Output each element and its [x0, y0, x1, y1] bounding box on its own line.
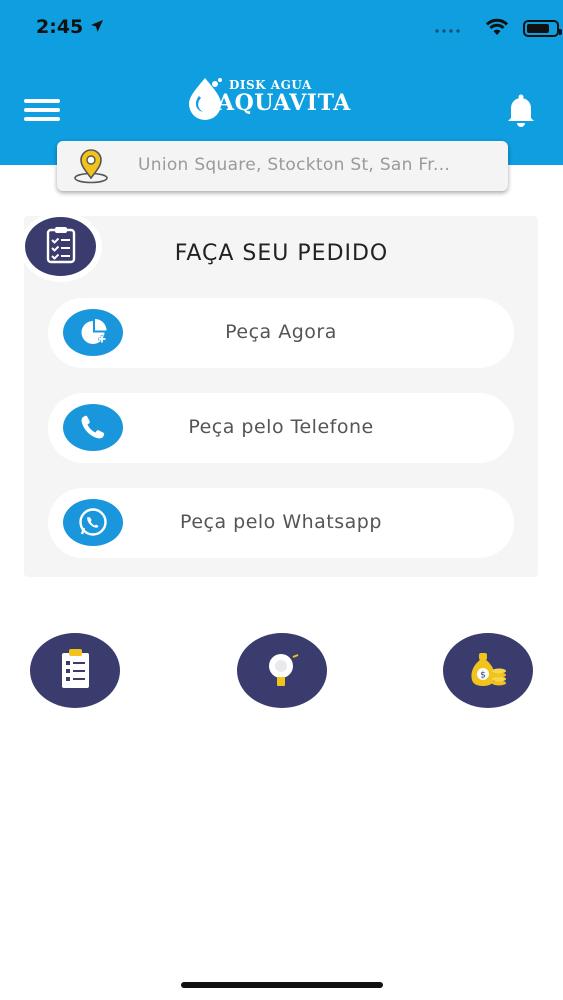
notification-bell-icon[interactable] — [503, 92, 539, 128]
logo-title: AQUAVITA — [217, 90, 351, 116]
water-dispenser-icon — [269, 654, 299, 686]
status-time: 2:45 — [36, 16, 84, 38]
app-screen: 2:45 DISK AGUA AQUAVITA Union Square, St… — [0, 0, 563, 1000]
location-search-bar[interactable]: Union Square, Stockton St, San Fr... — [57, 141, 508, 191]
quick-action-dispenser[interactable] — [237, 633, 327, 708]
order-by-whatsapp-label: Peça pelo Whatsapp — [180, 511, 382, 533]
order-now-label: Peça Agora — [225, 321, 337, 343]
clipboard-list-icon — [62, 649, 89, 688]
location-arrow-icon — [91, 20, 103, 32]
status-bar: 2:45 — [0, 0, 563, 56]
order-now-button[interactable]: Peça Agora — [48, 298, 514, 368]
wifi-icon — [485, 18, 509, 35]
order-by-phone-label: Peça pelo Telefone — [188, 416, 374, 438]
svg-text:$: $ — [480, 671, 486, 681]
home-indicator — [181, 982, 383, 988]
quick-action-orders[interactable] — [30, 633, 120, 708]
order-by-whatsapp-button[interactable]: Peça pelo Whatsapp — [48, 488, 514, 558]
order-card-title: FAÇA SEU PEDIDO — [174, 241, 389, 266]
battery-icon — [523, 20, 562, 37]
money-bag-coins-icon: $ — [471, 653, 506, 686]
hamburger-menu-icon[interactable] — [24, 97, 62, 123]
app-logo: DISK AGUA AQUAVITA — [185, 72, 385, 122]
map-pin-icon — [74, 149, 108, 184]
order-by-phone-button[interactable]: Peça pelo Telefone — [48, 393, 514, 463]
location-address: Union Square, Stockton St, San Fr... — [138, 155, 451, 175]
signal-icon — [435, 29, 460, 33]
quick-action-payments[interactable]: $ — [443, 633, 533, 708]
